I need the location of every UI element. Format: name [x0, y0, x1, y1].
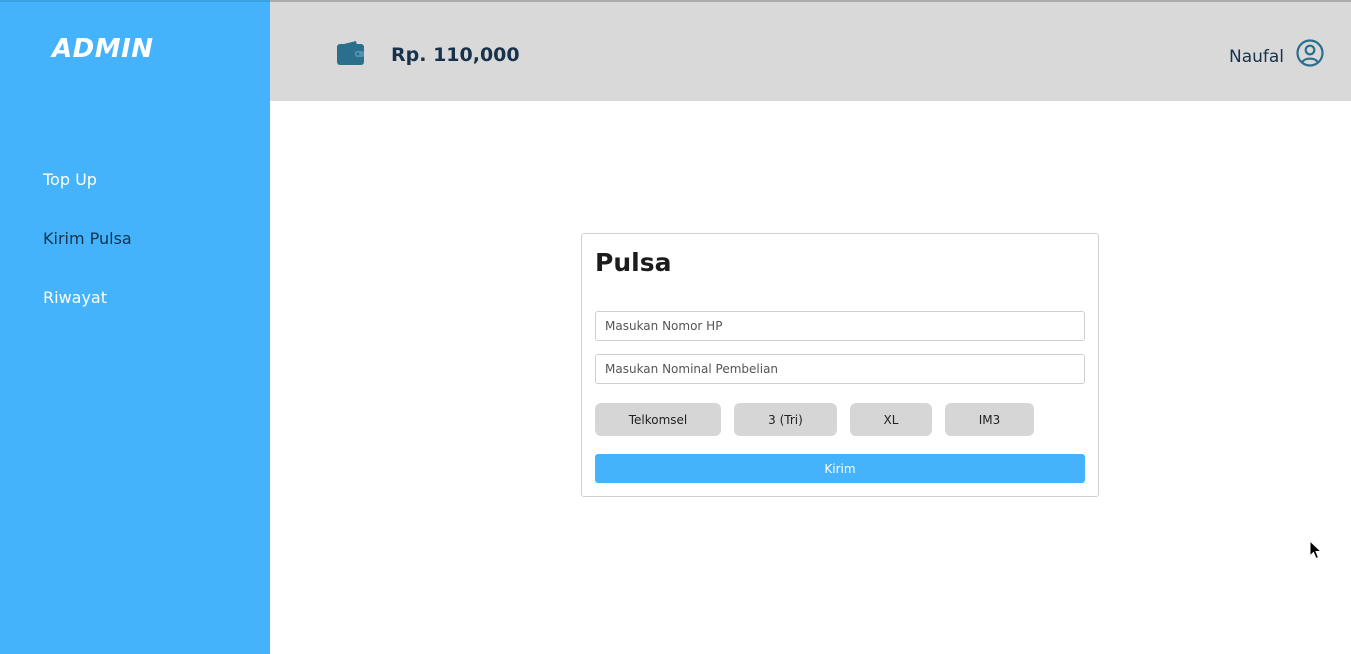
username-label: Naufal — [1229, 47, 1285, 67]
pulsa-form-card: Pulsa Telkomsel 3 (Tri) XL IM3 Kirim — [581, 233, 1099, 497]
submit-button[interactable]: Kirim — [595, 454, 1085, 483]
sidebar-item-riwayat[interactable]: Riwayat — [43, 288, 107, 307]
wallet-icon — [337, 41, 364, 65]
operator-telkomsel-button[interactable]: Telkomsel — [595, 403, 721, 436]
operator-im3-button[interactable]: IM3 — [945, 403, 1034, 436]
brand-logo: ADMIN — [52, 34, 154, 64]
form-title: Pulsa — [595, 248, 672, 277]
operator-xl-button[interactable]: XL — [850, 403, 932, 436]
app-root: ADMIN Top Up Kirim Pulsa Riwayat Rp. 110… — [0, 0, 1351, 654]
user-circle-icon[interactable] — [1296, 39, 1324, 67]
operator-tri-button[interactable]: 3 (Tri) — [734, 403, 837, 436]
sidebar-item-kirim-pulsa[interactable]: Kirim Pulsa — [43, 229, 132, 248]
sidebar-item-top-up[interactable]: Top Up — [43, 170, 97, 189]
top-header: Rp. 110,000 Naufal — [270, 0, 1351, 101]
nominal-input[interactable] — [595, 354, 1085, 384]
phone-number-input[interactable] — [595, 311, 1085, 341]
mouse-cursor-icon — [1309, 540, 1323, 560]
sidebar: ADMIN Top Up Kirim Pulsa Riwayat — [0, 0, 270, 654]
balance-amount: Rp. 110,000 — [391, 44, 520, 66]
